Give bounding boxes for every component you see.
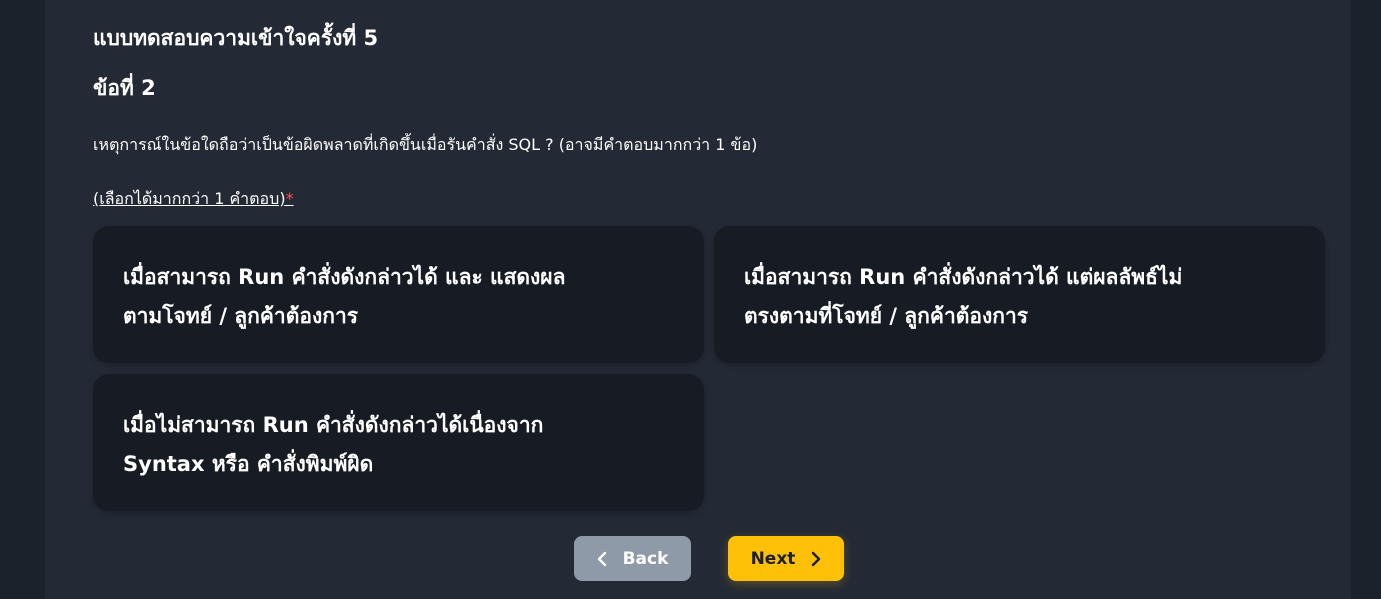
multi-select-hint: (เลือกได้มากกว่า 1 คำตอบ)* [93,187,294,212]
right-gutter [1351,0,1381,599]
chevron-right-icon [811,551,821,567]
question-text: เหตุการณ์ในข้อใดถือว่าเป็นข้อผิดพลาดที่เ… [93,135,758,154]
answer-option-text: เมื่อไม่สามารถ Run คำสั่งดังกล่าวได้เนื่… [123,413,544,437]
answer-option-text: ตามโจทย์ / ลูกค้าต้องการ [123,304,359,328]
answer-option-text: ตรงตามที่โจทย์ / ลูกค้าต้องการ [744,304,1029,328]
multi-select-hint-text: (เลือกได้มากกว่า 1 คำตอบ) [93,189,286,208]
answer-option-text: เมื่อสามารถ Run คำสั่งดังกล่าวได้ และ แส… [123,265,566,289]
back-button[interactable]: Back [574,536,691,581]
left-gutter [0,0,45,599]
quiz-panel: แบบทดสอบความเข้าใจครั้งที่ 5 ข้อที่ 2 เห… [45,0,1351,599]
next-button[interactable]: Next [728,536,844,581]
answer-option-text: Syntax หรือ คำสั่งพิมพ์ผิด [123,452,374,476]
answer-option-text: เมื่อสามารถ Run คำสั่งดังกล่าวได้ แต่ผลล… [744,265,1183,289]
required-marker: * [285,189,294,208]
quiz-title: แบบทดสอบความเข้าใจครั้งที่ 5 [93,26,379,50]
next-button-label: Next [750,548,796,569]
question-number: ข้อที่ 2 [93,76,156,100]
answer-option-1[interactable]: เมื่อสามารถ Run คำสั่งดังกล่าวได้ และ แส… [93,226,704,363]
back-button-label: Back [622,548,669,569]
chevron-left-icon [597,551,607,567]
answer-option-3[interactable]: เมื่อไม่สามารถ Run คำสั่งดังกล่าวได้เนื่… [93,374,704,511]
answer-option-2[interactable]: เมื่อสามารถ Run คำสั่งดังกล่าวได้ แต่ผลล… [714,226,1325,363]
